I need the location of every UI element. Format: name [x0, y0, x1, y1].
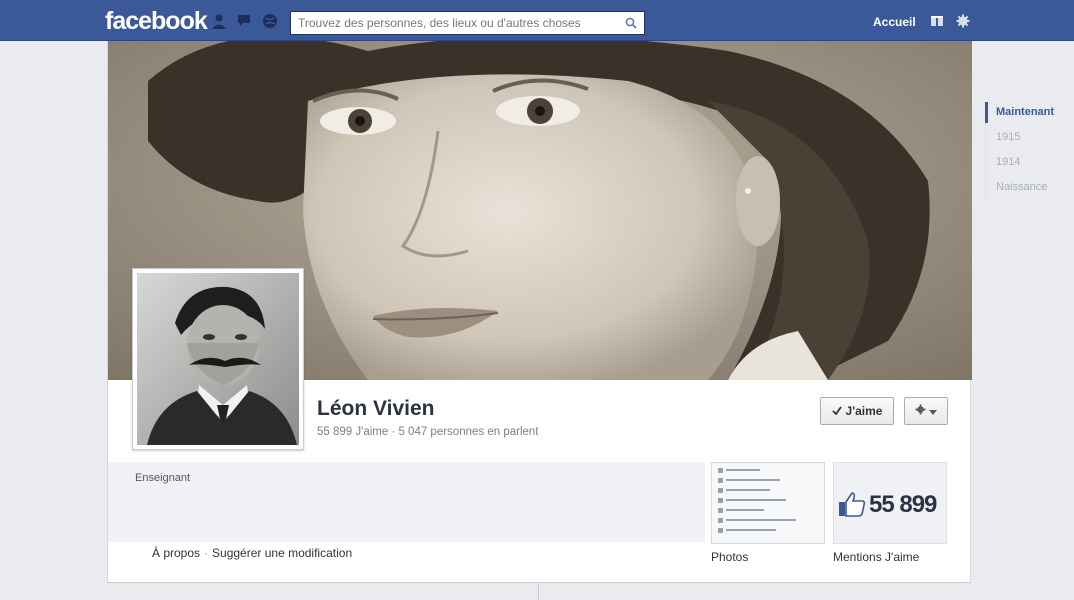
like-button-label: J'aime: [845, 404, 883, 418]
profile-picture[interactable]: [132, 268, 304, 450]
chevron-down-icon: [929, 402, 937, 420]
search-box: [290, 11, 645, 35]
about-box: Enseignant: [108, 462, 705, 542]
about-link[interactable]: À propos: [152, 546, 200, 560]
timeline-divider: [538, 583, 539, 600]
suggest-edit-link[interactable]: Suggérer une modification: [212, 546, 352, 560]
timeline-item-birth[interactable]: Naissance: [985, 175, 1065, 200]
page-stats: 55 899 J'aime · 5 047 personnes en parle…: [317, 426, 539, 438]
privacy-shortcuts-icon[interactable]: [930, 14, 944, 28]
notifications-globe-icon[interactable]: [261, 12, 279, 30]
likes-box[interactable]: 55 899: [833, 462, 947, 544]
timeline-item-now[interactable]: Maintenant: [985, 100, 1065, 125]
page-name: Léon Vivien: [317, 397, 435, 420]
photos-thumbnail[interactable]: [711, 462, 825, 544]
home-link[interactable]: Accueil: [873, 15, 916, 29]
about-links: À propos · Suggérer une modification: [152, 546, 352, 560]
timeline-item-1914[interactable]: 1914: [985, 150, 1065, 175]
search-button[interactable]: [618, 12, 644, 34]
page-settings-button[interactable]: [904, 397, 948, 425]
friend-requests-icon[interactable]: [210, 12, 228, 30]
top-bar: facebook Accueil: [0, 0, 1074, 41]
like-button[interactable]: J'aime: [820, 397, 894, 425]
separator: ·: [204, 546, 209, 560]
timeline-nav: Maintenant 1915 1914 Naissance: [985, 100, 1065, 200]
search-icon: [625, 17, 637, 29]
timeline-main: Léon Vivien 55 899 J'aime · 5 047 person…: [107, 41, 972, 583]
settings-gear-icon[interactable]: [956, 14, 970, 28]
thumbs-up-icon: [838, 491, 866, 522]
likes-count: 55 899: [869, 491, 937, 518]
search-input[interactable]: [291, 12, 616, 34]
timeline-item-1915[interactable]: 1915: [985, 125, 1065, 150]
likes-label[interactable]: Mentions J'aime: [833, 550, 919, 564]
page-category: Enseignant: [135, 472, 191, 484]
photos-label[interactable]: Photos: [711, 550, 748, 564]
facebook-logo[interactable]: facebook: [105, 7, 208, 36]
gear-icon: [915, 402, 926, 420]
messages-icon[interactable]: [236, 12, 254, 30]
checkmark-icon: [831, 404, 842, 418]
